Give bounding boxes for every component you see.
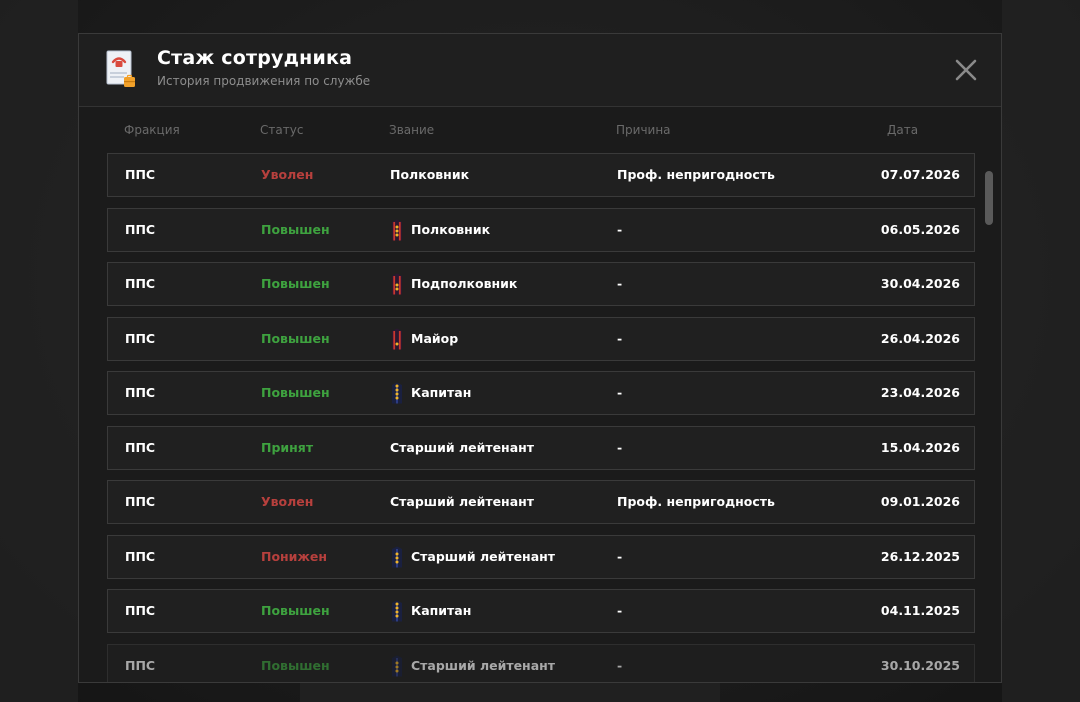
row-status: Повышен [261, 221, 330, 237]
scrollbar-thumb[interactable] [985, 171, 993, 225]
row-rank: Старший лейтенант [390, 427, 534, 469]
row-date: 26.04.2026 [880, 330, 960, 346]
row-reason: - [617, 385, 623, 400]
row-date: 04.11.2025 [880, 603, 960, 618]
row-rank-label: Старший лейтенант [411, 657, 556, 673]
captain-epaulette-icon [392, 600, 402, 622]
column-header-date: Дата [887, 123, 919, 137]
row-status: Принят [261, 439, 314, 455]
row-status: Повышен [261, 657, 330, 673]
row-rank: Майор [390, 318, 458, 360]
row-fraction: ППС [125, 167, 156, 182]
row-status: Понижен [261, 548, 327, 564]
row-fraction: ППС [125, 548, 156, 564]
row-rank: Капитан [390, 590, 471, 632]
column-header-status: Статус [260, 123, 304, 137]
modal-title: Стаж сотрудника [157, 47, 353, 69]
row-status: Уволен [261, 167, 314, 182]
column-header-reason: Причина [616, 123, 671, 137]
row-status: Повышен [261, 330, 330, 346]
table-row[interactable]: ППС Повышен Капитан - 04.11.2025 [107, 589, 975, 633]
row-fraction: ППС [125, 276, 156, 291]
row-rank-label: Капитан [411, 385, 472, 400]
colonel-epaulette-icon [392, 219, 402, 240]
row-reason: - [617, 276, 623, 291]
row-fraction: ППС [125, 657, 156, 673]
senior-lieutenant-epaulette-icon [392, 546, 402, 567]
table-row[interactable]: ППС Уволен Старший лейтенант Проф. непригод… [107, 480, 975, 524]
row-rank-label: Полковник [411, 221, 491, 237]
row-rank-label: Майор [411, 330, 459, 346]
row-date: 07.07.2026 [880, 167, 960, 182]
table-row[interactable]: ППС Повышен Старший лейтенант - 30.10.2025 [107, 643, 975, 683]
row-rank: Старший лейтенант [390, 536, 555, 578]
modal-subtitle: История продвижения по службе [157, 74, 371, 88]
row-reason: - [617, 330, 623, 346]
close-icon[interactable] [953, 57, 979, 83]
row-reason: Проф. непригодность [617, 494, 775, 509]
row-date: 06.05.2026 [880, 221, 960, 237]
row-fraction: ППС [125, 330, 156, 346]
row-reason: - [617, 221, 623, 237]
row-status: Повышен [261, 385, 330, 400]
row-rank-label: Старший лейтенант [411, 548, 556, 564]
column-header-fraction: Фракция [124, 123, 180, 137]
table-row[interactable]: ППС Повышен Полковник - 06.05.2026 [107, 207, 975, 252]
major-epaulette-icon [392, 328, 402, 349]
row-fraction: ППС [125, 385, 156, 400]
row-rank-label: Подполковник [411, 276, 518, 291]
senior-lieutenant-epaulette-icon [392, 655, 402, 676]
row-rank: Капитан [390, 372, 471, 414]
lt-colonel-epaulette-icon [392, 273, 402, 295]
service-history-modal: Стаж сотрудника История продвижения по с… [78, 33, 1002, 683]
row-fraction: ППС [125, 494, 156, 509]
row-rank: Старший лейтенант [390, 481, 534, 523]
table-row[interactable]: ППС Повышен Капитан - 23.04.2026 [107, 371, 975, 415]
table-row[interactable]: ППС Понижен Старший лейтенант - 26.12.2025 [107, 534, 975, 579]
history-list: ППС Уволен Полковник Проф. непригодность 07.… [107, 153, 975, 683]
row-rank-label: Капитан [411, 603, 472, 618]
row-reason: - [617, 657, 623, 673]
row-date: 26.12.2025 [880, 548, 960, 564]
row-date: 09.01.2026 [880, 494, 960, 509]
row-reason: - [617, 439, 623, 455]
table-row[interactable]: ППС Повышен Майор - 26.04.2026 [107, 316, 975, 361]
row-rank-label: Старший лейтенант [390, 439, 535, 455]
table-row[interactable]: ППС Повышен Подполковник - 30.04.2026 [107, 262, 975, 306]
row-fraction: ППС [125, 603, 156, 618]
row-date: 30.04.2026 [880, 276, 960, 291]
row-rank-label: Старший лейтенант [390, 494, 535, 509]
captain-epaulette-icon [392, 382, 402, 404]
row-fraction: ППС [125, 221, 156, 237]
document-icon [106, 50, 135, 87]
row-fraction: ППС [125, 439, 156, 455]
row-date: 30.10.2025 [880, 657, 960, 673]
row-status: Повышен [261, 603, 330, 618]
row-status: Повышен [261, 276, 330, 291]
row-reason: Проф. непригодность [617, 167, 775, 182]
table-row[interactable]: ППС Принят Старший лейтенант - 15.04.2026 [107, 425, 975, 470]
row-reason: - [617, 603, 623, 618]
row-reason: - [617, 548, 623, 564]
row-rank-label: Полковник [390, 167, 470, 182]
column-header-rank: Звание [389, 123, 435, 137]
row-status: Уволен [261, 494, 314, 509]
modal-header: Стаж сотрудника История продвижения по с… [79, 34, 1001, 107]
row-rank: Полковник [390, 154, 469, 196]
row-rank: Старший лейтенант [390, 645, 556, 683]
row-rank: Подполковник [390, 263, 517, 305]
row-rank: Полковник [390, 209, 490, 251]
row-date: 23.04.2026 [880, 385, 960, 400]
row-date: 15.04.2026 [880, 439, 960, 455]
table-row[interactable]: ППС Уволен Полковник Проф. непригодность 07.… [107, 153, 975, 197]
